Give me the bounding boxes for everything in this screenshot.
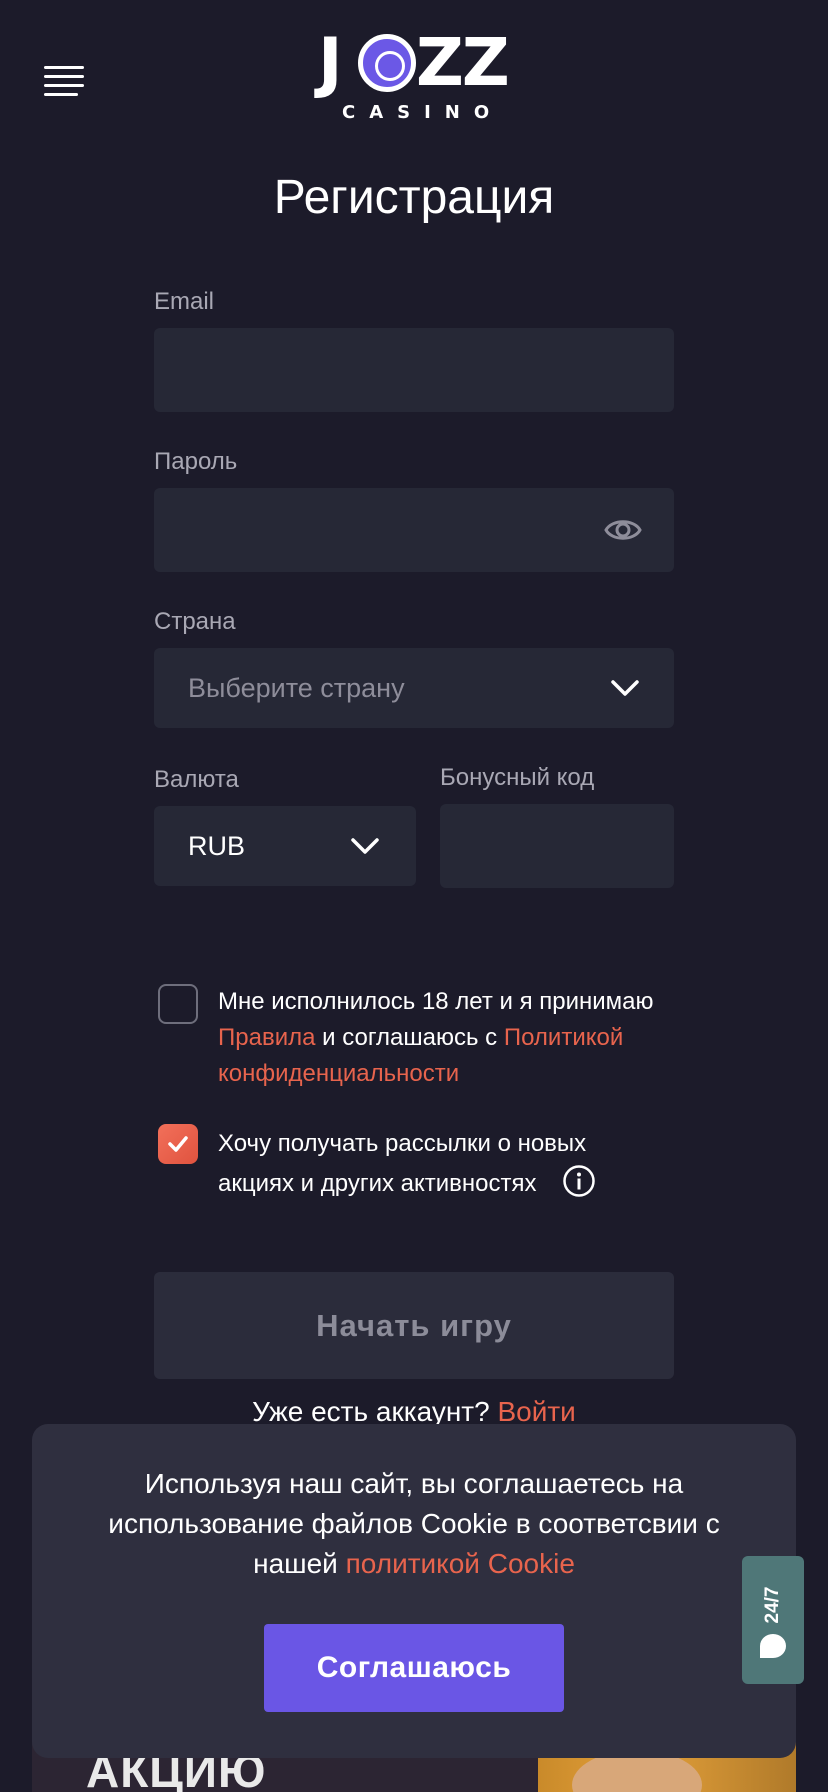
menu-line — [44, 75, 84, 78]
menu-line — [44, 84, 84, 87]
newsletter-line-1: Хочу получать рассылки о новых — [218, 1130, 587, 1157]
rules-link[interactable]: Правила — [218, 1024, 315, 1051]
page-title: Регистрация — [273, 171, 555, 224]
currency-label: Валюта — [154, 766, 239, 793]
start-game-button[interactable]: Начать игру — [154, 1272, 674, 1379]
password-field[interactable] — [154, 488, 674, 572]
login-link[interactable]: Войти — [497, 1396, 575, 1427]
logo-letter-j: J — [318, 24, 343, 101]
chevron-down-icon — [351, 838, 379, 854]
cookie-agree-button[interactable]: Соглашаюсь — [264, 1624, 564, 1712]
menu-line — [44, 93, 78, 96]
logo-wordmark: J ZZ — [318, 30, 512, 96]
cookie-policy-link[interactable]: политикой Cookie — [346, 1548, 575, 1579]
email-label: Email — [154, 288, 215, 315]
login-prompt-text: Уже есть аккаунт? — [252, 1396, 498, 1427]
checkmark-icon — [168, 1136, 188, 1152]
bonus-code-label: Бонусный код — [440, 764, 595, 791]
eye-icon[interactable] — [604, 514, 642, 546]
info-icon[interactable] — [562, 1164, 596, 1198]
password-label: Пароль — [154, 448, 238, 475]
currency-select[interactable]: RUB — [154, 806, 416, 886]
terms-text: Мне исполнилось 18 лет и я принимаю Прав… — [218, 984, 688, 1092]
logo-subword: CASINO — [342, 102, 504, 123]
terms-line-1: Мне исполнилось 18 лет и я принимаю — [218, 988, 654, 1015]
logo-roulette-icon — [358, 34, 416, 92]
chat-bubble-icon — [760, 1634, 786, 1658]
menu-line — [44, 66, 84, 69]
hamburger-menu-icon[interactable] — [44, 66, 84, 96]
cookie-text: Используя наш сайт, вы соглашаетесь на и… — [72, 1464, 756, 1584]
site-logo[interactable]: J ZZ CASINO — [318, 30, 512, 126]
country-label: Страна — [154, 608, 236, 635]
support-label: 24/7 — [762, 1586, 783, 1624]
chevron-down-icon — [611, 680, 639, 696]
cookie-banner: Используя наш сайт, вы соглашаетесь на и… — [32, 1424, 796, 1758]
terms-connector: и соглашаюсь с — [315, 1024, 504, 1051]
newsletter-checkbox[interactable] — [158, 1124, 198, 1164]
terms-checkbox[interactable] — [158, 984, 198, 1024]
logo-letters-zz: ZZ — [416, 24, 510, 101]
privacy-link[interactable]: Политикой — [504, 1024, 623, 1051]
support-chat-button[interactable]: 24/7 — [742, 1556, 804, 1684]
country-select[interactable]: Выберите страну — [154, 648, 674, 728]
bonus-code-input[interactable] — [440, 804, 674, 888]
currency-value: RUB — [188, 830, 246, 861]
privacy-link-continued[interactable]: конфиденциальности — [218, 1060, 459, 1087]
terms-line-2: Правила и соглашаюсь с Политикой — [218, 1020, 688, 1056]
terms-line-3: конфиденциальности — [218, 1056, 688, 1092]
email-field[interactable] — [154, 328, 674, 412]
country-placeholder: Выберите страну — [188, 672, 405, 703]
